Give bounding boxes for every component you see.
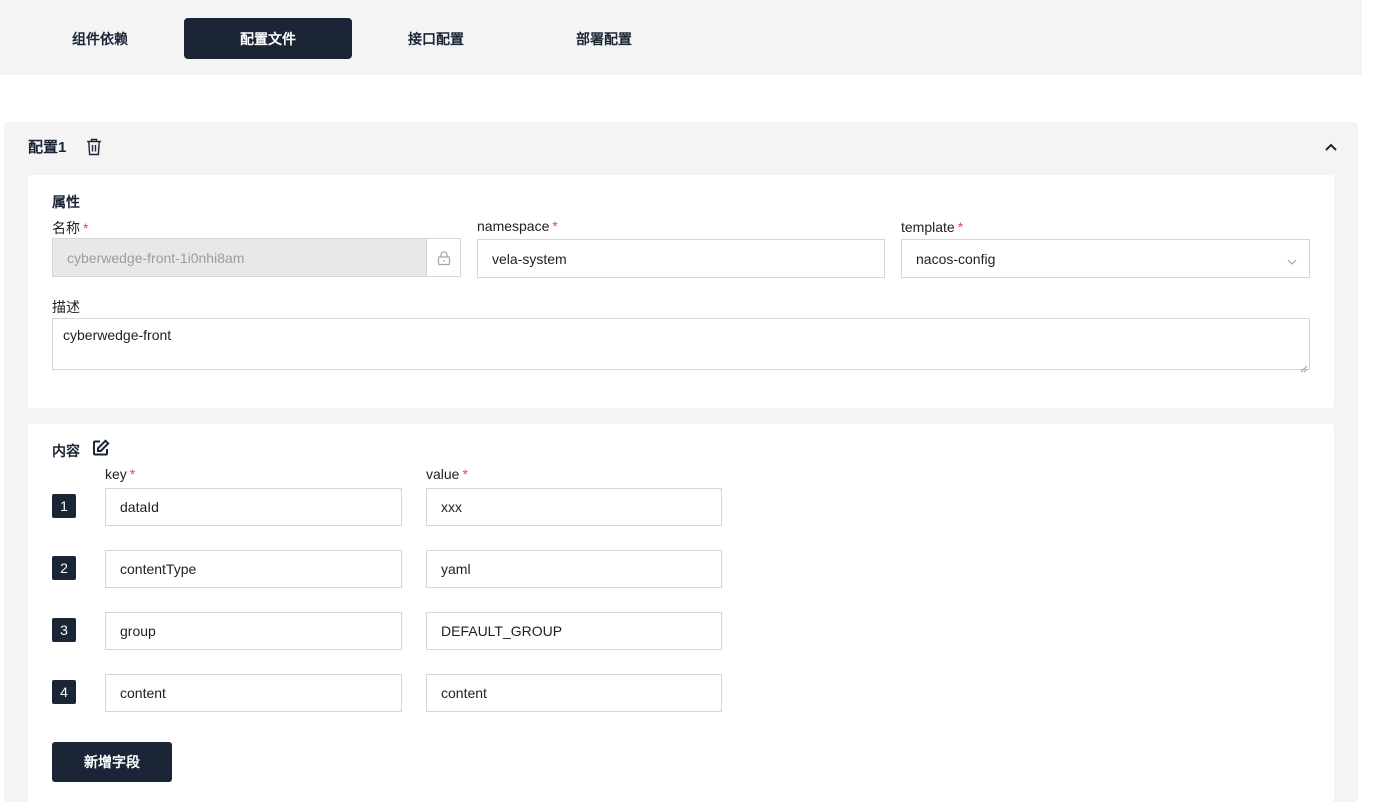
tab-api-config[interactable]: 接口配置 xyxy=(352,18,520,59)
tab-component-deps[interactable]: 组件依赖 xyxy=(16,18,184,59)
name-label: 名称 * xyxy=(52,220,89,236)
chevron-up-icon[interactable] xyxy=(1324,140,1338,154)
key-label: key * xyxy=(105,466,136,482)
row-index: 1 xyxy=(52,494,76,518)
content-card: 内容 key * value * 1 dataId xxx 2 contentTyp… xyxy=(28,424,1334,802)
row-index: 3 xyxy=(52,618,76,642)
lock-icon xyxy=(426,238,461,277)
key-input[interactable]: group xyxy=(105,612,402,650)
key-input[interactable]: dataId xyxy=(105,488,402,526)
resize-handle-icon[interactable] xyxy=(1300,360,1308,373)
template-select-value: nacos-config xyxy=(916,250,996,267)
attributes-card: 属性 名称 * cyberwedge-front-1i0nhi8am namesp… xyxy=(28,175,1334,408)
name-field[interactable]: cyberwedge-front-1i0nhi8am xyxy=(52,238,427,277)
value-input[interactable]: xxx xyxy=(426,488,722,526)
row-index: 4 xyxy=(52,680,76,704)
desc-value: cyberwedge-front xyxy=(63,327,172,343)
value-input[interactable]: yaml xyxy=(426,550,722,588)
config-header: 配置1 xyxy=(28,136,102,157)
config-title: 配置1 xyxy=(28,139,67,156)
template-select[interactable]: nacos-config xyxy=(901,239,1310,278)
namespace-field[interactable]: vela-system xyxy=(477,239,885,278)
key-input[interactable]: content xyxy=(105,674,402,712)
add-field-button[interactable]: 新增字段 xyxy=(52,742,172,782)
value-input[interactable]: content xyxy=(426,674,722,712)
desc-label: 描述 xyxy=(52,299,80,315)
value-input[interactable]: DEFAULT_GROUP xyxy=(426,612,722,650)
edit-icon[interactable] xyxy=(92,439,110,457)
tab-bar: 组件依赖 配置文件 接口配置 部署配置 xyxy=(0,0,1362,75)
attributes-title: 属性 xyxy=(52,194,80,210)
content-title: 内容 xyxy=(52,443,80,459)
desc-textarea[interactable]: cyberwedge-front xyxy=(52,318,1310,373)
namespace-label: namespace * xyxy=(477,218,558,234)
trash-icon[interactable] xyxy=(86,138,102,156)
value-label: value * xyxy=(426,466,468,482)
tab-config-files[interactable]: 配置文件 xyxy=(184,18,352,59)
tab-deploy-config[interactable]: 部署配置 xyxy=(520,18,688,59)
config-panel: 配置1 属性 名称 * cyberwedge-front-1i0nhi8am na… xyxy=(4,122,1358,802)
chevron-down-icon xyxy=(1287,254,1297,265)
key-input[interactable]: contentType xyxy=(105,550,402,588)
template-label: template * xyxy=(901,219,964,235)
row-index: 2 xyxy=(52,556,76,580)
